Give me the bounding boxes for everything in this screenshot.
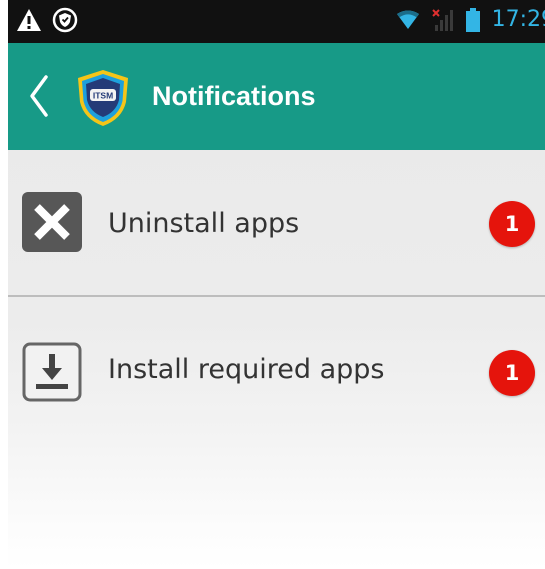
page-title: Notifications bbox=[152, 81, 316, 111]
notification-count-badge: 1 bbox=[489, 201, 535, 247]
status-bar-left bbox=[16, 7, 78, 33]
chevron-left-icon[interactable] bbox=[26, 73, 52, 119]
list-item-label: Install required apps bbox=[108, 354, 385, 385]
logo-text: ITSM bbox=[93, 91, 113, 101]
no-signal-icon bbox=[431, 8, 453, 31]
phone-screen: 17:29 ITSM Notifications Uninstall apps … bbox=[8, 0, 545, 569]
shield-icon bbox=[52, 7, 78, 33]
list-item-uninstall-apps[interactable]: Uninstall apps 1 bbox=[8, 150, 545, 296]
action-bar: ITSM Notifications bbox=[8, 43, 545, 150]
warning-icon bbox=[17, 9, 41, 31]
status-bar: 17:29 bbox=[8, 0, 545, 43]
battery-icon bbox=[465, 7, 480, 32]
download-box-icon bbox=[22, 342, 82, 402]
wifi-icon bbox=[396, 10, 419, 29]
status-clock: 17:29 bbox=[491, 7, 545, 32]
list-item-label: Uninstall apps bbox=[108, 208, 300, 239]
notification-count-badge: 1 bbox=[489, 350, 535, 396]
itsm-logo: ITSM bbox=[78, 70, 128, 126]
close-box-icon bbox=[22, 192, 82, 252]
status-bar-right: 17:29 bbox=[396, 7, 545, 32]
list-item-install-required-apps[interactable]: Install required apps 1 bbox=[8, 296, 545, 442]
